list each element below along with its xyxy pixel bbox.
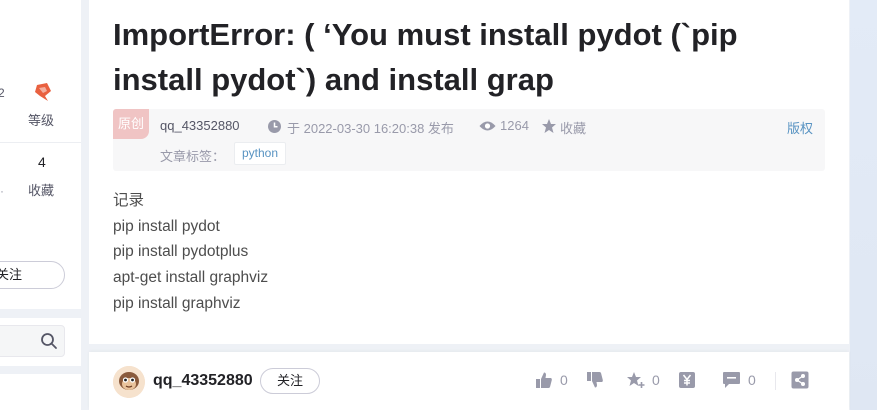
- share-button[interactable]: [791, 371, 809, 389]
- search-card: [0, 318, 81, 366]
- search-icon: [41, 333, 57, 349]
- content-line: pip install graphviz: [113, 294, 241, 312]
- publish-time: 于 2022-03-30 16:20:38 发布: [287, 121, 454, 136]
- profile-card: 2 等级 · 4 收藏 关注: [0, 0, 81, 309]
- bottom-toolbar: qq_43352880 关注 0 0 0: [89, 352, 849, 410]
- level-icon: [35, 83, 51, 101]
- share-icon: [791, 371, 809, 389]
- tags-label: 文章标签：: [160, 149, 226, 164]
- collect-star-icon[interactable]: [541, 118, 557, 134]
- tag-python[interactable]: python: [234, 142, 287, 165]
- sidebar: 2 等级 · 4 收藏 关注: [0, 0, 81, 410]
- search-button[interactable]: [33, 325, 65, 357]
- yen-icon: [679, 372, 695, 388]
- sidebar-card: [0, 374, 81, 410]
- avatar-image: [113, 366, 145, 398]
- follow-button[interactable]: 关注: [260, 368, 320, 394]
- article-meta: 原创 qq_43352880 于 2022-03-30 16:20:38 发布 …: [113, 109, 825, 171]
- article-content: 记录 pip install pydot pip install pydotpl…: [113, 188, 268, 317]
- avatar[interactable]: [113, 366, 145, 398]
- reward-button[interactable]: [678, 371, 696, 389]
- comment-count: 0: [748, 372, 756, 388]
- original-badge: 原创: [113, 109, 149, 139]
- author-link[interactable]: qq_43352880: [160, 118, 240, 133]
- article-main: ImportError: ( ‘You must install pydot (…: [89, 0, 849, 344]
- comment-button[interactable]: 0: [722, 371, 756, 389]
- view-count: 1264: [500, 118, 529, 133]
- collect-link[interactable]: 收藏: [560, 118, 586, 137]
- content-line: 记录: [113, 192, 145, 209]
- like-button[interactable]: 0: [535, 371, 568, 389]
- article-title: ImportError: ( ‘You must install pydot (…: [113, 17, 738, 97]
- content-line: pip install pydotplus: [113, 243, 249, 261]
- thumbs-up-icon: [536, 372, 552, 388]
- toolbar-divider: [775, 372, 776, 390]
- like-count: 0: [560, 372, 568, 388]
- collect-button[interactable]: 0: [626, 371, 660, 389]
- divider: [0, 142, 81, 143]
- level-label: 等级: [28, 113, 55, 128]
- collect-count: 0: [652, 372, 660, 388]
- dislike-button[interactable]: [586, 371, 604, 389]
- thumbs-down-icon: [587, 372, 603, 388]
- eye-icon: [479, 121, 496, 131]
- bottom-author-name[interactable]: qq_43352880: [153, 372, 253, 390]
- copyright-link[interactable]: 版权: [787, 118, 813, 137]
- stat-stub: ·: [0, 184, 4, 198]
- level-number: 2: [0, 86, 5, 100]
- comment-icon: [723, 372, 740, 388]
- sidebar-follow-button[interactable]: 关注: [0, 261, 65, 289]
- collect-label: 收藏: [28, 183, 55, 198]
- star-plus-icon: [627, 372, 645, 388]
- sidebar-follow-label: 关注: [0, 267, 22, 282]
- clock-icon: [268, 120, 281, 133]
- page-background: [850, 0, 877, 410]
- content-line: pip install pydot: [113, 217, 220, 235]
- collect-count: 4: [38, 154, 46, 170]
- content-line: apt-get install graphviz: [113, 269, 269, 287]
